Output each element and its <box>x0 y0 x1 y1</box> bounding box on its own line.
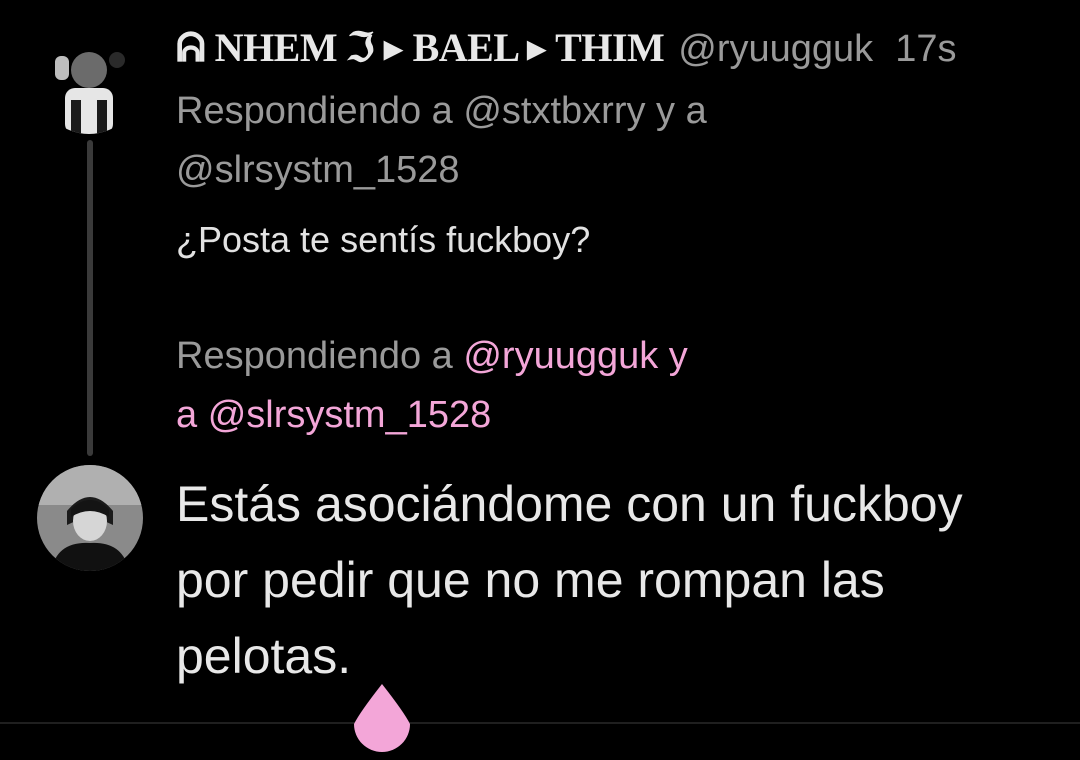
compose-text-line: pelotas. <box>176 628 352 684</box>
compose-replying-to[interactable]: Respondiendo a @ryuugguk y <box>176 333 688 379</box>
compose-replying-to-continued[interactable]: a @slrsystm_1528 <box>176 392 491 438</box>
timestamp[interactable]: 17s <box>895 28 956 71</box>
avatar-photo-icon <box>37 30 141 134</box>
tweet-text: ¿Posta te sentís fuckboy? <box>176 219 591 260</box>
user-handle[interactable]: @ryuugguk <box>678 28 873 71</box>
replying-to-line-continued[interactable]: @slrsystm_1528 <box>176 147 460 193</box>
replying-prefix: Respondiendo a <box>176 335 464 377</box>
composer-avatar[interactable] <box>37 465 143 571</box>
tweet-header: ᕱ NHEM ℑ ▸ BAEL ▸ THIM @ryuugguk 17s <box>176 24 956 72</box>
text-cursor-handle-icon[interactable] <box>350 682 414 752</box>
reply-thread-screen: ᕱ NHEM ℑ ▸ BAEL ▸ THIM @ryuugguk 17s Res… <box>0 0 1080 760</box>
thread-connector-line <box>87 140 93 456</box>
compose-text-line: por pedir que no me rompan las <box>176 552 885 608</box>
display-name[interactable]: ᕱ NHEM ℑ ▸ BAEL ▸ THIM <box>176 24 665 71</box>
replying-to-line[interactable]: Respondiendo a @stxtbxrry y a <box>176 88 707 134</box>
avatar-photo-icon <box>37 465 143 571</box>
compose-text-line: Estás asociándome con un fuckboy <box>176 476 963 532</box>
avatar[interactable] <box>37 30 141 134</box>
divider <box>0 722 1080 724</box>
compose-text-area[interactable]: Estás asociándome con un fuckboy por ped… <box>176 466 1056 694</box>
replying-mention[interactable]: @ryuugguk y <box>463 335 687 377</box>
